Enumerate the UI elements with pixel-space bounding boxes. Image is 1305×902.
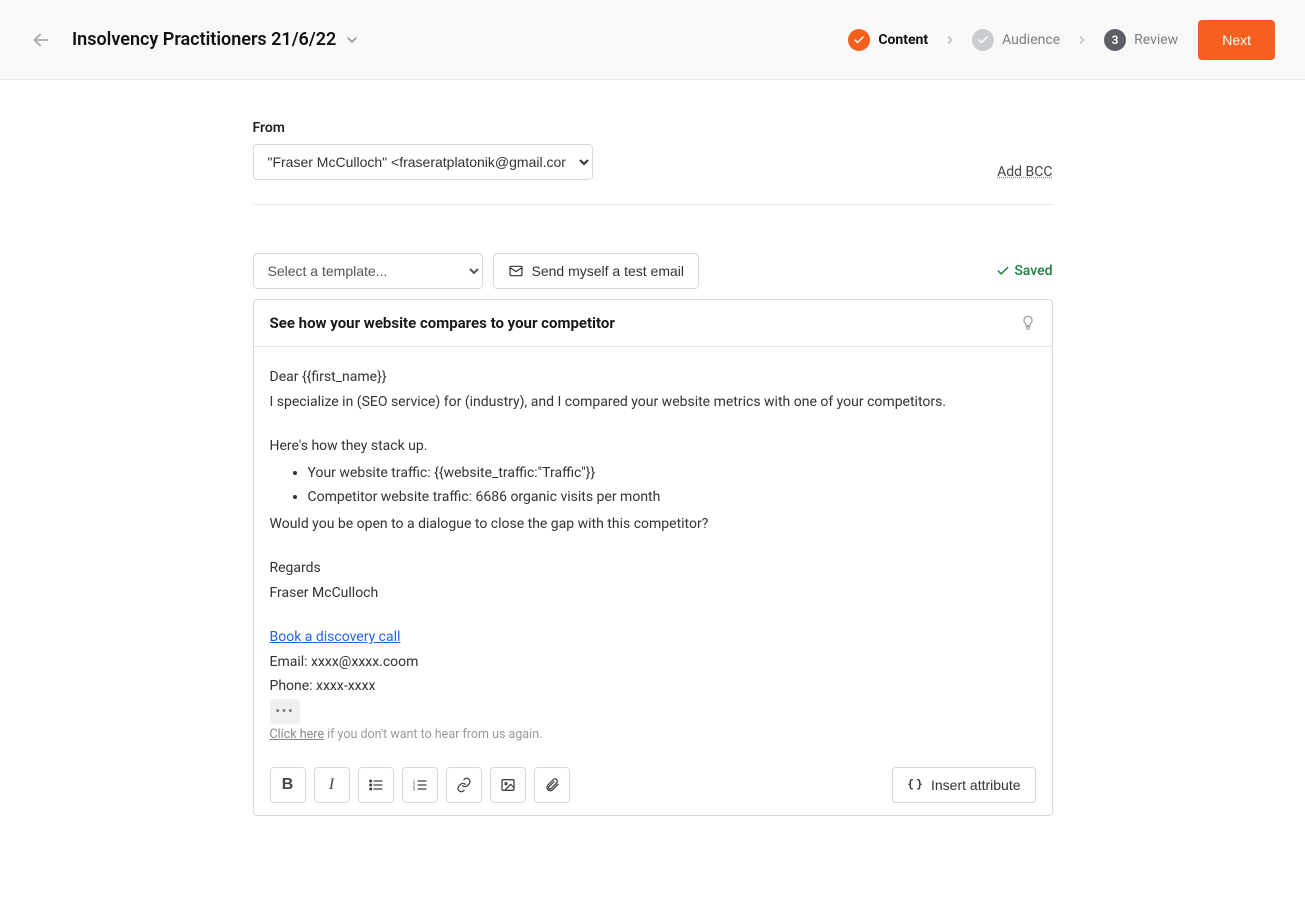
step-number: 3 — [1104, 29, 1126, 51]
link-button[interactable] — [446, 767, 482, 803]
add-bcc-link[interactable]: Add BCC — [997, 164, 1052, 180]
unsubscribe-rest: if you don't want to hear from us again. — [324, 727, 542, 742]
stackup-line: Here's how they stack up. — [270, 434, 1036, 459]
email-editor: See how your website compares to your co… — [253, 299, 1053, 816]
phone-line: Phone: xxxx-xxxx — [270, 674, 1036, 699]
header-left: Insolvency Practitioners 21/6/22 — [30, 29, 360, 51]
template-select[interactable]: Select a template... — [253, 253, 483, 289]
insert-attribute-button[interactable]: Insert attribute — [892, 767, 1036, 803]
svg-text:3: 3 — [412, 787, 415, 792]
numbered-list-button[interactable]: 123 — [402, 767, 438, 803]
attachment-button[interactable] — [534, 767, 570, 803]
check-icon — [996, 264, 1010, 278]
template-row: Select a template... Send myself a test … — [253, 253, 1053, 289]
step-label: Review — [1134, 32, 1178, 48]
from-label: From — [253, 120, 593, 136]
intro-line: I specialize in (SEO service) for (indus… — [270, 390, 1036, 415]
saved-indicator: Saved — [996, 263, 1052, 279]
braces-icon — [907, 777, 923, 793]
list-item: Your website traffic: {{website_traffic:… — [308, 461, 1036, 486]
image-button[interactable] — [490, 767, 526, 803]
bullet-list-button[interactable] — [358, 767, 394, 803]
wizard-steps: Content Audience 3 Review — [848, 29, 1178, 51]
lightbulb-icon[interactable] — [1020, 315, 1036, 331]
editor-toolbar: B I 123 — [254, 755, 1052, 815]
campaign-title-text: Insolvency Practitioners 21/6/22 — [72, 29, 336, 50]
unsubscribe-link[interactable]: Click here — [270, 727, 324, 742]
back-arrow-icon[interactable] — [30, 29, 52, 51]
saved-label: Saved — [1014, 263, 1052, 279]
next-button[interactable]: Next — [1198, 20, 1275, 60]
name-line: Fraser McCulloch — [270, 581, 1036, 606]
check-icon — [848, 29, 870, 51]
insert-attribute-label: Insert attribute — [931, 777, 1021, 793]
from-select[interactable]: "Fraser McCulloch" <fraseratplatonik@gma… — [253, 144, 593, 180]
test-email-label: Send myself a test email — [532, 263, 685, 279]
step-content[interactable]: Content — [848, 29, 928, 51]
collapsed-dots-icon[interactable]: ••• — [270, 699, 301, 724]
regards-line: Regards — [270, 556, 1036, 581]
step-audience[interactable]: Audience — [972, 29, 1060, 51]
check-icon — [972, 29, 994, 51]
italic-button[interactable]: I — [314, 767, 350, 803]
campaign-title[interactable]: Insolvency Practitioners 21/6/22 — [72, 29, 360, 50]
email-body[interactable]: Dear {{first_name}} I specialize in (SEO… — [254, 347, 1052, 755]
step-label: Audience — [1002, 32, 1060, 48]
chevron-right-icon — [944, 34, 956, 46]
from-block: From "Fraser McCulloch" <fraseratplatoni… — [253, 120, 593, 180]
discovery-call-link[interactable]: Book a discovery call — [270, 629, 401, 645]
bold-button[interactable]: B — [270, 767, 306, 803]
chevron-down-icon — [344, 32, 360, 48]
chevron-right-icon — [1076, 34, 1088, 46]
subject-row[interactable]: See how your website compares to your co… — [254, 300, 1052, 347]
step-review[interactable]: 3 Review — [1104, 29, 1178, 51]
greeting-line: Dear {{first_name}} — [270, 365, 1036, 390]
header-right: Content Audience 3 Review Next — [848, 20, 1275, 60]
main-content: From "Fraser McCulloch" <fraseratplatoni… — [253, 120, 1053, 856]
list-item: Competitor website traffic: 6686 organic… — [308, 485, 1036, 510]
header: Insolvency Practitioners 21/6/22 Content… — [0, 0, 1305, 80]
envelope-icon — [508, 263, 524, 279]
ask-line: Would you be open to a dialogue to close… — [270, 512, 1036, 537]
template-row-left: Select a template... Send myself a test … — [253, 253, 700, 289]
test-email-button[interactable]: Send myself a test email — [493, 253, 700, 289]
toolbar-left: B I 123 — [270, 767, 570, 803]
email-line: Email: xxxx@xxxx.coom — [270, 650, 1036, 675]
subject-text: See how your website compares to your co… — [270, 314, 615, 332]
unsubscribe-line: Click here if you don't want to hear fro… — [270, 724, 1036, 746]
step-label: Content — [878, 32, 928, 48]
bullet-list: Your website traffic: {{website_traffic:… — [270, 461, 1036, 510]
from-row: From "Fraser McCulloch" <fraseratplatoni… — [253, 120, 1053, 205]
